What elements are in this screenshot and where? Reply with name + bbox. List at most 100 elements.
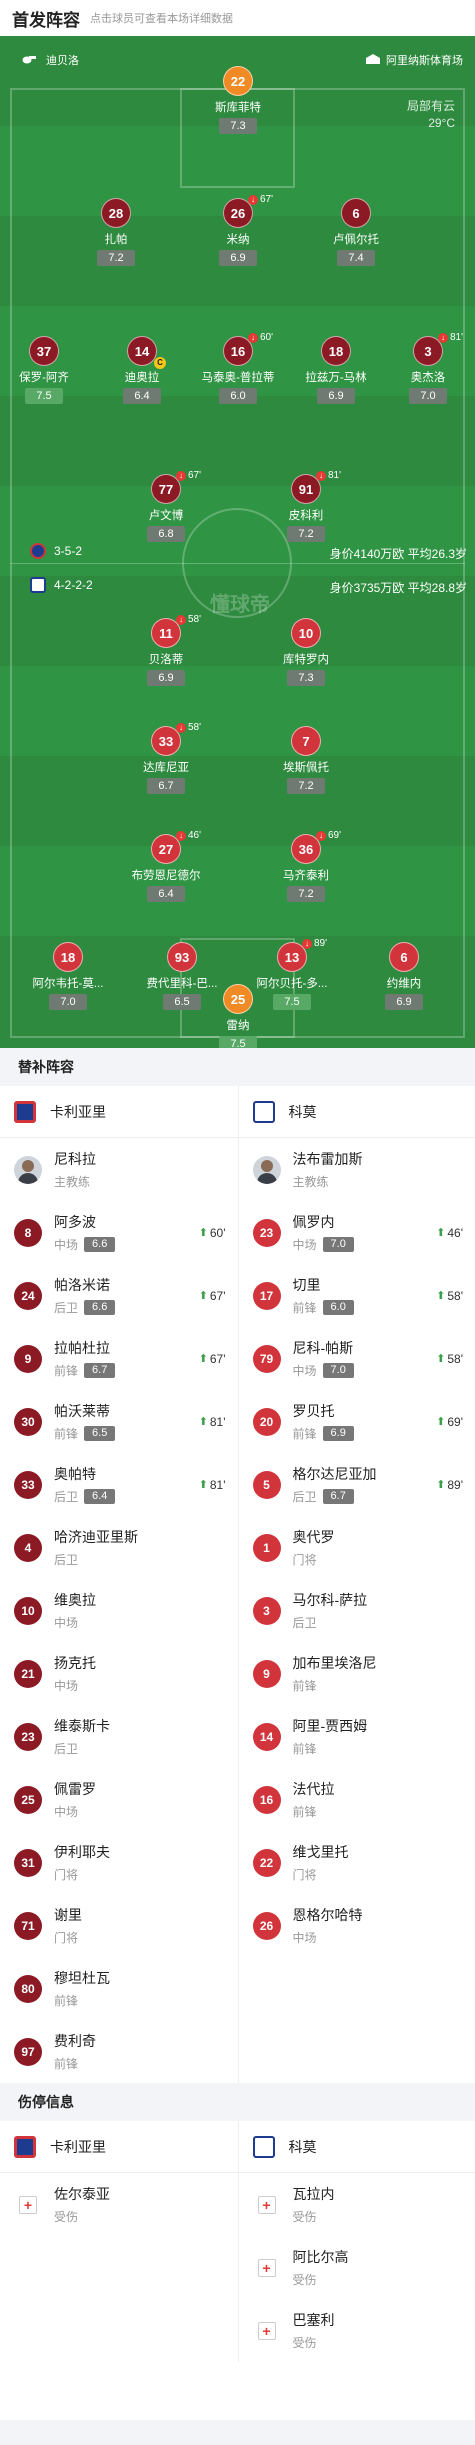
pitch-player[interactable]: 33 ↓ 58' 达库尼亚 6.7 [118, 722, 214, 794]
pitch-player[interactable]: 3 ↓ 81' 奥杰洛 7.0 [380, 332, 475, 404]
substitute-row[interactable]: 79 尼科-帕斯 中场 7.0 ⬆ 58' [239, 1327, 475, 1390]
pitch-player[interactable]: 14 C 迪奥拉 6.4 [94, 336, 190, 404]
substitute-name: 帕洛米诺 [54, 1277, 110, 1293]
pitch-player[interactable]: 77 ↓ 67' 卢文博 6.8 [118, 470, 214, 542]
substitute-number: 9 [14, 1344, 42, 1373]
player-number: 22 [223, 66, 253, 96]
substitute-row[interactable]: 21 扬克托 中场 [0, 1642, 238, 1705]
subs-home-team[interactable]: 卡利亚里 [0, 1086, 238, 1137]
substitute-row[interactable]: 26 恩格尔哈特 中场 [239, 1894, 475, 1957]
pitch-player[interactable]: 25 雷纳 7.5 [190, 984, 286, 1048]
substitute-row[interactable]: 3 马尔科-萨拉 后卫 [239, 1579, 475, 1642]
substitute-position: 前锋 [292, 1427, 317, 1441]
sub-in-icon: ⬆ [436, 1479, 446, 1491]
substitute-number: 71 [14, 1911, 42, 1940]
substitute-number: 5 [252, 1470, 281, 1499]
injury-row[interactable]: + 阿比尔高 受伤 [239, 2236, 475, 2299]
substitute-row[interactable]: 97 费利奇前锋 [0, 2020, 238, 2083]
page-header: 首发阵容 点击球员可查看本场详细数据 [0, 0, 475, 36]
weather-temperature: 29°C [428, 116, 455, 130]
substitute-rating: 6.6 [84, 1237, 116, 1252]
pitch-player[interactable]: 36 ↓ 69' 马齐泰利 7.2 [258, 830, 354, 902]
pitch-player[interactable]: 28 扎帕 7.2 [68, 198, 164, 266]
substitute-row[interactable]: 1 奥代罗 门将 [239, 1516, 475, 1579]
player-rating: 7.2 [287, 778, 325, 794]
away-crest-icon [252, 1100, 275, 1123]
substitute-row[interactable]: 24 帕洛米诺 后卫 6.6 ⬆ 67' [0, 1264, 238, 1327]
substitute-row[interactable]: 8 阿多波 中场 6.6 ⬆ 60' [0, 1201, 238, 1264]
sub-in-time: ⬆ 69' [436, 1414, 463, 1429]
pitch-player[interactable]: 37 保罗-阿齐 7.5 [0, 336, 92, 404]
substitute-row[interactable]: 9 拉帕杜拉 前锋 6.7 ⬆ 67' [0, 1327, 238, 1390]
substitute-row[interactable]: 22 维戈里托 门将 [239, 1831, 475, 1894]
substitute-name: 奥代罗 [292, 1529, 335, 1545]
home-crest-icon [14, 2135, 36, 2158]
substitute-row[interactable]: 9 加布里埃洛尼 前锋 [239, 1642, 475, 1705]
substitute-number: 23 [14, 1722, 42, 1751]
substitute-position: 前锋 [54, 2057, 79, 2071]
substitute-row[interactable]: 5 格尔达尼亚加 后卫 6.7 ⬆ 89' [239, 1453, 475, 1516]
injury-status: 受伤 [54, 2210, 79, 2224]
substitute-row[interactable]: 71 谢里 门将 [0, 1894, 238, 1957]
injury-row[interactable]: + 巴塞利 受伤 [239, 2299, 475, 2362]
substitute-row[interactable]: 80 穆坦杜瓦 前锋 [0, 1957, 238, 2020]
away-crest-icon [252, 2135, 275, 2158]
pitch-player[interactable]: 22 斯库菲特 7.3 [190, 66, 286, 134]
substitute-name: 费利奇 [54, 2033, 96, 2049]
pitch-player[interactable]: 10 库特罗内 7.3 [258, 618, 354, 686]
away-coach[interactable]: 法布雷加斯 主教练 [239, 1138, 475, 1201]
substitute-name: 扬克托 [54, 1655, 96, 1671]
pitch-player[interactable]: 18 阿尔韦托-莫... 7.0 [20, 942, 116, 1010]
subs-away-team[interactable]: 科莫 [237, 1086, 475, 1137]
substitute-row[interactable]: 30 帕沃莱蒂 前锋 6.5 ⬆ 81' [0, 1390, 238, 1453]
substitute-row[interactable]: 4 哈济迪亚里斯 后卫 [0, 1516, 238, 1579]
substitute-rating: 6.7 [322, 1489, 354, 1504]
sub-out-marker: ↓ 69' [316, 830, 341, 841]
home-coach[interactable]: 尼科拉 主教练 [0, 1138, 238, 1201]
away-team-name: 科莫 [288, 2138, 317, 2155]
pitch-player[interactable]: 6 卢佩尔托 7.4 [308, 198, 404, 266]
pitch-player[interactable]: 7 埃斯佩托 7.2 [258, 726, 354, 794]
pitch-player[interactable]: 11 ↓ 58' 贝洛蒂 6.9 [118, 614, 214, 686]
substitute-row[interactable]: 16 法代拉 前锋 [239, 1768, 475, 1831]
pitch-player[interactable]: 91 ↓ 81' 皮科利 7.2 [258, 470, 354, 542]
substitute-row[interactable]: 33 奥帕特 后卫 6.4 ⬆ 81' [0, 1453, 238, 1516]
substitute-row[interactable]: 23 维泰斯卡 后卫 [0, 1705, 238, 1768]
substitute-name: 尼科-帕斯 [292, 1340, 354, 1356]
away-team-value: 身价3735万欧 平均28.8岁 [329, 581, 467, 595]
coach-name: 法布雷加斯 [292, 1151, 363, 1167]
injury-away-team[interactable]: 科莫 [237, 2121, 475, 2172]
substitute-number: 26 [252, 1911, 281, 1940]
substitute-name: 拉帕杜拉 [54, 1340, 110, 1356]
substitute-number: 31 [14, 1848, 42, 1877]
injury-home-team[interactable]: 卡利亚里 [0, 2121, 238, 2172]
substitute-number: 24 [14, 1281, 42, 1310]
substitute-name: 维戈里托 [292, 1844, 349, 1860]
pitch-player[interactable]: 16 ↓ 60' 马泰奥-普拉蒂 6.0 [190, 332, 286, 404]
sub-in-icon: ⬆ [198, 1416, 208, 1428]
pitch-player[interactable]: 26 ↓ 67' 米纳 6.9 [190, 194, 286, 266]
substitute-row[interactable]: 23 佩罗内 中场 7.0 ⬆ 46' [239, 1201, 475, 1264]
substitute-row[interactable]: 20 罗贝托 前锋 6.9 ⬆ 69' [239, 1390, 475, 1453]
substitute-number: 97 [14, 2037, 42, 2066]
substitute-rating: 6.4 [84, 1489, 116, 1504]
substitute-name: 法代拉 [292, 1781, 335, 1797]
player-rating: 7.0 [49, 994, 87, 1010]
injury-row[interactable]: + 佐尔泰亚 受伤 [0, 2173, 238, 2236]
sub-out-marker: ↓ 89' [302, 938, 327, 949]
pitch-player[interactable]: 18 拉兹万-马林 6.9 [288, 336, 384, 404]
sub-in-time: ⬆ 81' [198, 1414, 226, 1429]
stadium-icon [366, 53, 380, 67]
sub-out-time: 89' [314, 938, 328, 949]
watermark-text: 懂球帝 [210, 594, 270, 616]
substitute-row[interactable]: 10 维奥拉 中场 [0, 1579, 238, 1642]
injury-row[interactable]: + 瓦拉内 受伤 [239, 2173, 475, 2236]
subs-teams-row: 卡利亚里 科莫 [0, 1086, 475, 1138]
player-name: 阿尔韦托-莫... [32, 978, 104, 990]
substitute-row[interactable]: 25 佩雷罗 中场 [0, 1768, 238, 1831]
substitute-row[interactable]: 17 切里 前锋 6.0 ⬆ 58' [239, 1264, 475, 1327]
pitch-player[interactable]: 6 约维内 6.9 [356, 942, 452, 1010]
substitute-row[interactable]: 31 伊利耶夫 门将 [0, 1831, 238, 1894]
pitch-player[interactable]: 27 ↓ 46' 布劳恩尼德尔 6.4 [118, 830, 214, 902]
substitute-row[interactable]: 14 阿里-贾西姆 前锋 [239, 1705, 475, 1768]
